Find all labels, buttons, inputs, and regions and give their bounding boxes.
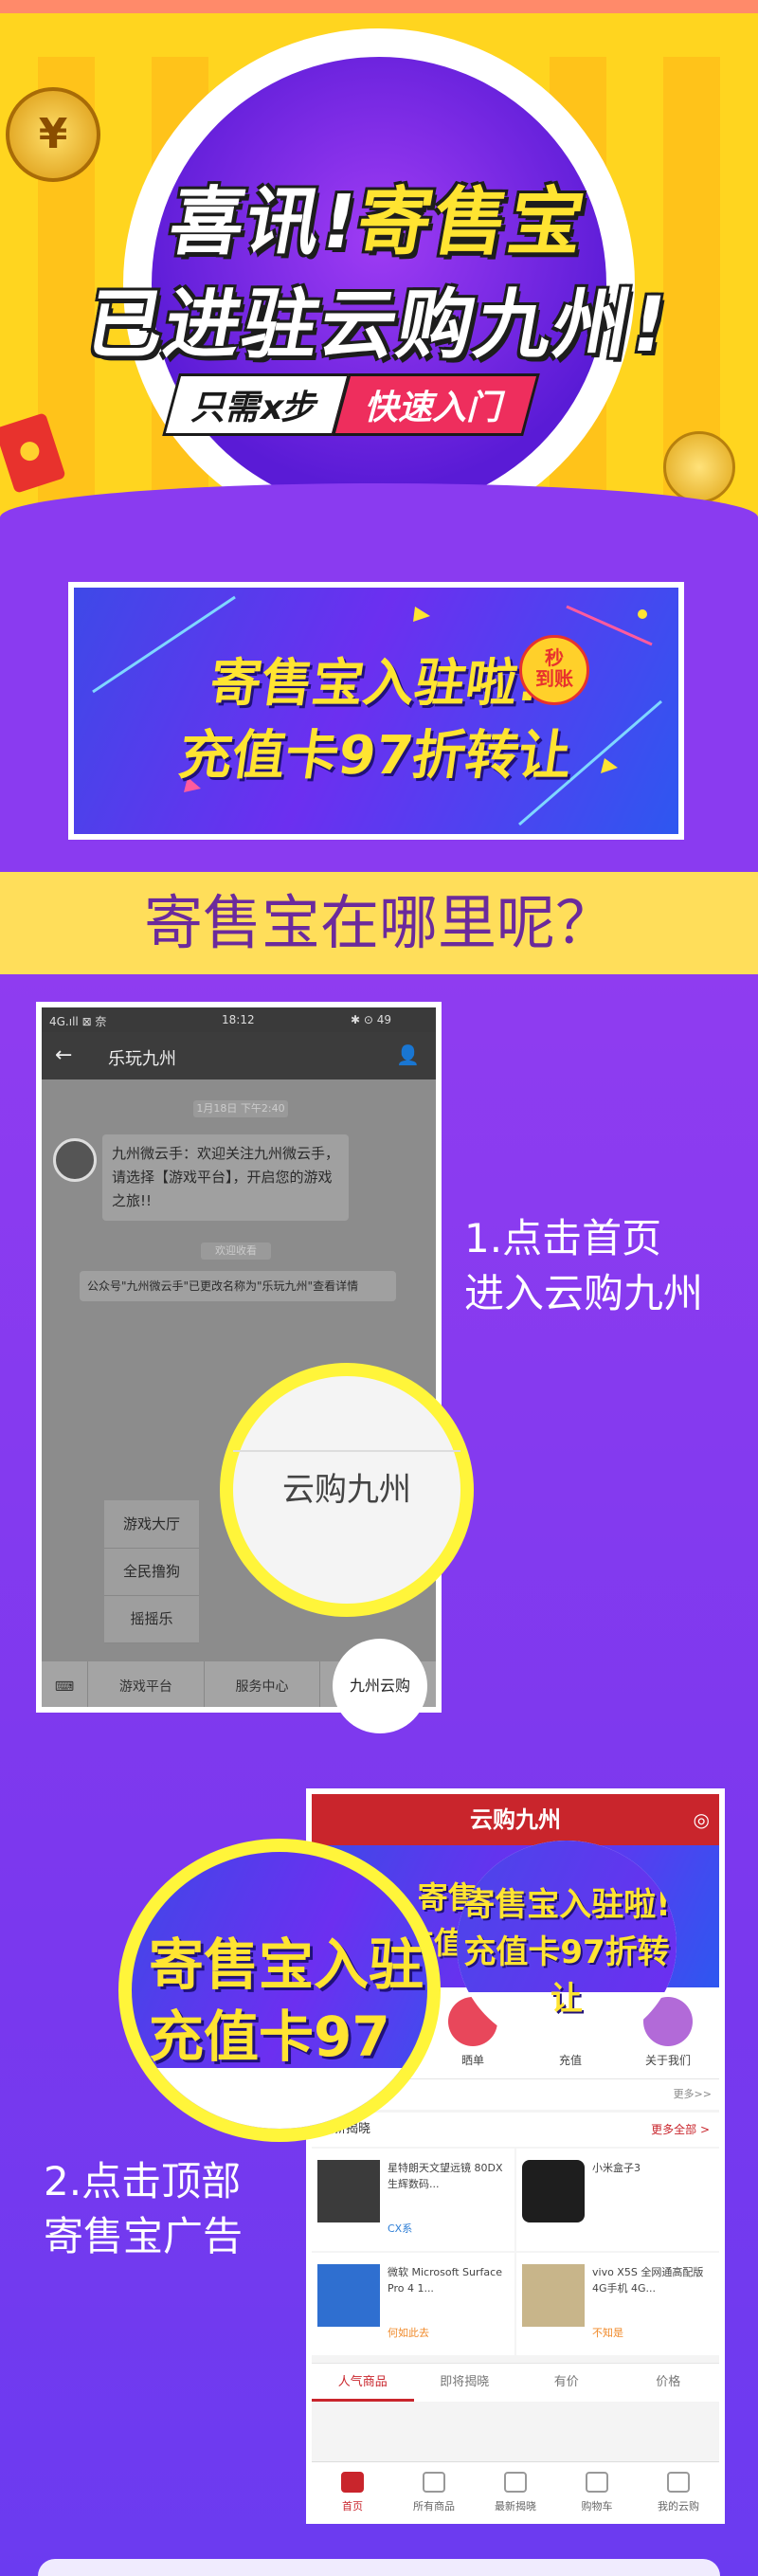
profile-icon[interactable]: 👤: [396, 1043, 420, 1066]
coin-icon: [663, 431, 735, 503]
step2-line1: 2.点击顶部: [44, 2158, 242, 2204]
step1-label: 1.点击首页 进入云购九州: [464, 1211, 703, 1321]
product-card[interactable]: 小米盒子3: [516, 2149, 719, 2251]
app-title: 云购九州: [470, 1806, 561, 1833]
magnified-label: 云购九州: [282, 1471, 411, 1509]
question-bar: 寄售宝在哪里呢？: [0, 872, 758, 974]
nav-home[interactable]: 首页: [312, 2462, 393, 2518]
latest-more[interactable]: 更多全部 >: [651, 2113, 710, 2147]
system-notice: 公众号"九州微云手"已更改名称为"乐玩九州"查看详情: [80, 1271, 396, 1301]
tab-popular[interactable]: 人气商品: [312, 2364, 414, 2402]
nav-latest[interactable]: 最新揭晓: [475, 2462, 556, 2518]
product-card[interactable]: 微软 Microsoft Surface Pro 4 1... 何如此去: [312, 2253, 514, 2355]
status-bar: 4G.ıll ⊠ 奈 18:12 ✱ ⊙ 49: [42, 1007, 436, 1032]
menu-item-shake[interactable]: 摇摇乐: [104, 1595, 199, 1643]
avatar: [53, 1138, 97, 1182]
banner-title: 寄售宝入驻啦!: [206, 653, 546, 713]
nav-cart[interactable]: 购物车: [556, 2462, 638, 2518]
icon-label: 关于我们: [644, 2054, 691, 2067]
steps-count-label: 只需x步: [162, 373, 352, 436]
product-card[interactable]: vivo X5S 全网通高配版4G手机 4G... 不知是: [516, 2253, 719, 2355]
headline-line1: 喜讯!寄售宝: [0, 163, 758, 269]
spot-line2: 充值卡97折转让: [463, 1933, 670, 2018]
bottom-nav: 首页 所有商品 最新揭晓 购物车 我的云购: [312, 2461, 719, 2518]
product-tag: CX系: [388, 2222, 413, 2235]
tab-service-center[interactable]: 服务中心: [203, 1661, 320, 1707]
product-title: 微软 Microsoft Surface Pro 4 1...: [388, 2266, 502, 2295]
system-tag: 欢迎收看: [201, 1243, 271, 1260]
time-tag: 1月18日 下午2:40: [193, 1100, 288, 1117]
instant-badge: 秒 到账: [519, 635, 589, 705]
magnifier-2: 寄售宝入驻 充值卡97: [118, 1839, 441, 2142]
user-icon[interactable]: ◎: [694, 1794, 710, 1845]
tap-highlight[interactable]: 九州云购: [333, 1639, 427, 1733]
magnifier-1: 云购九州: [220, 1363, 474, 1617]
headline-news: 喜讯!: [163, 180, 366, 265]
promo-banner[interactable]: 寄售宝入驻啦! 充值卡97折转让 秒 到账: [68, 582, 684, 840]
signal-status: 4G.ıll ⊠ 奈: [49, 1015, 107, 1028]
nav-my-cloud[interactable]: 我的云购: [638, 2462, 719, 2518]
keyboard-icon[interactable]: ⌨: [42, 1661, 87, 1707]
product-title: 小米盒子3: [592, 2162, 641, 2174]
back-arrow-icon[interactable]: ←: [55, 1043, 72, 1067]
notice-more[interactable]: 更多>>: [674, 2079, 712, 2110]
step1-line2: 进入云购九州: [464, 1270, 704, 1316]
badge-bottom: 到账: [535, 667, 573, 690]
category-tabs: 人气商品 即将揭晓 有价 价格: [312, 2363, 719, 2402]
product-card[interactable]: 星特朗天文望远镜 80DX 生辉数码... CX系: [312, 2149, 514, 2251]
popup-menu: 游戏大厅 全民撸狗 摇摇乐: [104, 1500, 199, 1643]
question-text: 寄售宝在哪里呢？: [143, 888, 614, 957]
product-image: [317, 2160, 380, 2222]
product-title: 星特朗天文望远镜 80DX 生辉数码...: [388, 2162, 503, 2190]
tab-upcoming[interactable]: 即将揭晓: [414, 2364, 516, 2402]
app-header: 云购九州 ◎: [312, 1794, 719, 1845]
banner-subtitle: 充值卡97折转让: [174, 725, 576, 787]
magnified-line2: 充值卡97: [149, 2005, 390, 2069]
tab-game-platform[interactable]: 游戏平台: [87, 1661, 204, 1707]
badge-top: 秒: [545, 646, 564, 669]
icon-label: 充值: [558, 2054, 582, 2067]
headline-line2: 已进驻云购九州!: [80, 281, 677, 369]
product-image: [317, 2264, 380, 2327]
product-title: vivo X5S 全网通高配版4G手机 4G...: [592, 2266, 704, 2295]
magnifier-spot: 寄售宝入驻啦! 充值卡97折转让: [457, 1841, 677, 2049]
nav-all-products[interactable]: 所有商品: [393, 2462, 475, 2518]
menu-item-dog[interactable]: 全民撸狗: [104, 1548, 199, 1596]
hero-section: ¥ 喜讯!寄售宝 已进驻云购九州! 只需x步 快速入门: [0, 0, 758, 531]
icon-label: 晒单: [460, 2054, 484, 2067]
hero-wave: [0, 483, 758, 531]
quick-start-label: 快速入门: [332, 373, 541, 436]
status-right: ✱ ⊙ 49: [351, 1013, 392, 1026]
chat-message: 九州微云手：欢迎关注九州微云手，请选择【游戏平台】，开启您的游戏之旅!!: [102, 1134, 349, 1221]
headline-brand: 寄售宝: [350, 180, 593, 265]
step2-label: 2.点击顶部 寄售宝广告: [44, 2154, 243, 2264]
product-image: [522, 2160, 585, 2222]
tab-price[interactable]: 价格: [618, 2364, 720, 2402]
spot-line1: 寄售宝入驻啦!: [462, 1886, 671, 1924]
product-image: [522, 2264, 585, 2327]
chat-title: 乐玩九州: [108, 1049, 176, 1069]
step2-line2: 寄售宝广告: [44, 2213, 244, 2259]
spot-banner: 寄售宝入驻啦! 充值卡97折转让: [457, 1841, 677, 2018]
product-tag: 何如此去: [388, 2327, 429, 2339]
product-tag: 不知是: [592, 2327, 623, 2339]
next-card-edge: [38, 2559, 720, 2576]
menu-item-game-hall[interactable]: 游戏大厅: [104, 1500, 199, 1549]
steps-ribbon: 只需x步 快速入门: [162, 373, 541, 436]
tab-value[interactable]: 有价: [515, 2364, 618, 2402]
chat-header: ← 乐玩九州 👤: [42, 1032, 436, 1079]
step1-line1: 1.点击首页: [464, 1215, 662, 1261]
status-time: 18:12: [222, 1013, 255, 1026]
top-bar: [0, 0, 758, 13]
magnified-line1: 寄售宝入驻: [149, 1932, 424, 1997]
